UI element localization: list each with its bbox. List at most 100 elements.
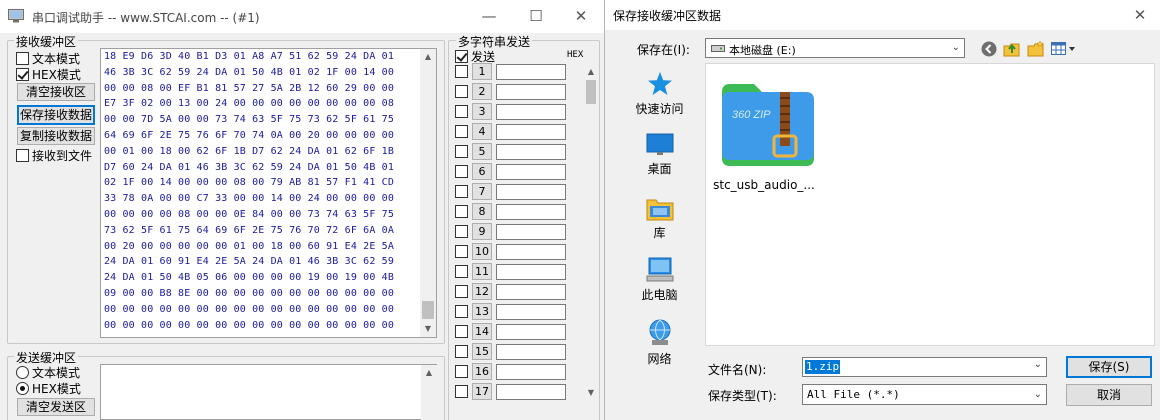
clear-send-button[interactable]: 清空发送区 — [17, 398, 95, 416]
multi-row-hex-checkbox[interactable] — [455, 125, 468, 138]
receive-scrollbar[interactable]: ▲ ▼ — [420, 49, 436, 337]
multi-row-string-input[interactable] — [496, 384, 566, 400]
multi-row-string-input[interactable] — [496, 244, 566, 260]
multi-row-hex-checkbox[interactable] — [455, 285, 468, 298]
place-library[interactable]: 库 — [621, 195, 698, 241]
left-titlebar[interactable]: 串口调试助手 -- www.STCAI.com -- (#1) — ☐ ✕ — [0, 0, 604, 33]
view-menu-icon[interactable] — [1051, 42, 1077, 56]
back-icon[interactable] — [981, 41, 997, 57]
multi-row-send-button[interactable]: 8 — [472, 203, 492, 220]
multi-row-hex-checkbox[interactable] — [455, 225, 468, 238]
filename-input[interactable]: 1.zip ⌄ — [802, 357, 1047, 377]
receive-hex-mode-option[interactable]: HEX模式 — [16, 66, 81, 82]
multi-row-send-button[interactable]: 9 — [472, 223, 492, 240]
multi-row-send-button[interactable]: 12 — [472, 283, 492, 300]
receive-to-file-option[interactable]: 接收到文件 — [16, 147, 92, 163]
save-in-combobox[interactable]: 本地磁盘 (E:) ⌄ — [705, 38, 965, 58]
multi-row-string-input[interactable] — [496, 304, 566, 320]
send-scroll-up-arrow-icon[interactable]: ▲ — [421, 365, 437, 381]
multi-row-send-button[interactable]: 16 — [472, 363, 492, 380]
dialog-close-button[interactable]: ✕ — [1117, 0, 1160, 30]
dialog-titlebar[interactable]: 保存接收缓冲区数据 ✕ — [605, 0, 1160, 30]
send-scrollbar[interactable]: ▲ — [421, 365, 437, 420]
multi-row-string-input[interactable] — [496, 64, 566, 80]
minimize-button[interactable]: — — [466, 0, 512, 33]
multi-row-hex-checkbox[interactable] — [455, 245, 468, 258]
place-this-pc[interactable]: 此电脑 — [621, 257, 698, 303]
multi-row-string-input[interactable] — [496, 104, 566, 120]
multi-row-send-button[interactable]: 3 — [472, 103, 492, 120]
multi-scrollbar-thumb[interactable] — [586, 80, 596, 104]
multi-row-send-button[interactable]: 2 — [472, 83, 492, 100]
multi-row-send-button[interactable]: 11 — [472, 263, 492, 280]
send-data-textarea[interactable] — [100, 364, 437, 420]
scroll-up-arrow-icon[interactable]: ▲ — [420, 49, 436, 65]
place-network[interactable]: 网络 — [621, 319, 698, 367]
multi-row-send-button[interactable]: 1 — [472, 63, 492, 80]
multi-row-send-button[interactable]: 17 — [472, 383, 492, 400]
multi-row-send-button[interactable]: 4 — [472, 123, 492, 140]
place-desktop[interactable]: 桌面 — [621, 133, 698, 177]
multi-row-string-input[interactable] — [496, 144, 566, 160]
file-list-view[interactable]: 360 ZIP stc_usb_audio_... — [705, 63, 1155, 346]
multi-row-string-input[interactable] — [496, 284, 566, 300]
receive-to-file-checkbox[interactable] — [16, 148, 29, 162]
multi-row-send-button[interactable]: 10 — [472, 243, 492, 260]
multi-row-string-input[interactable] — [496, 344, 566, 360]
receive-scrollbar-thumb[interactable] — [422, 301, 434, 319]
multi-row-send-button[interactable]: 13 — [472, 303, 492, 320]
multi-row-string-input[interactable] — [496, 324, 566, 340]
multi-row-hex-checkbox[interactable] — [455, 65, 468, 78]
multi-row-send-button[interactable]: 7 — [472, 183, 492, 200]
receive-text-mode-checkbox[interactable] — [16, 51, 29, 65]
multi-row-string-input[interactable] — [496, 364, 566, 380]
multi-row-hex-checkbox[interactable] — [455, 185, 468, 198]
multi-row-string-input[interactable] — [496, 184, 566, 200]
scroll-down-arrow-icon[interactable]: ▼ — [420, 321, 436, 337]
receive-hex-mode-checkbox[interactable] — [16, 67, 29, 81]
multi-row-hex-checkbox[interactable] — [455, 165, 468, 178]
multi-row-hex-checkbox[interactable] — [455, 385, 468, 398]
maximize-button[interactable]: ☐ — [513, 0, 559, 33]
multi-scroll-down-arrow-icon[interactable]: ▼ — [584, 385, 598, 401]
multi-row-send-button[interactable]: 6 — [472, 163, 492, 180]
multi-row-hex-checkbox[interactable] — [455, 345, 468, 358]
multi-row-hex-checkbox[interactable] — [455, 305, 468, 318]
place-quick-access[interactable]: 快速访问 — [621, 71, 698, 117]
dialog-save-button[interactable]: 保存(S) — [1066, 356, 1152, 378]
multi-row-hex-checkbox[interactable] — [455, 365, 468, 378]
multi-row-send-button[interactable]: 5 — [472, 143, 492, 160]
multi-row-string-input[interactable] — [496, 264, 566, 280]
multi-send-all-option[interactable]: 发送 — [455, 48, 495, 64]
send-hex-mode-option[interactable]: HEX模式 — [16, 380, 81, 396]
copy-receive-data-button[interactable]: 复制接收数据 — [17, 127, 95, 145]
filename-chevron-down-icon[interactable]: ⌄ — [1034, 359, 1042, 370]
multi-row-hex-checkbox[interactable] — [455, 265, 468, 278]
multi-row-string-input[interactable] — [496, 204, 566, 220]
multi-row-hex-checkbox[interactable] — [455, 145, 468, 158]
multi-row-hex-checkbox[interactable] — [455, 105, 468, 118]
multi-scrollbar[interactable]: ▲ ▼ — [584, 64, 598, 401]
clear-receive-button[interactable]: 清空接收区 — [17, 83, 95, 101]
filetype-combobox[interactable]: All File (*.*) ⌄ — [802, 384, 1047, 405]
receive-text-mode-option[interactable]: 文本模式 — [16, 50, 80, 66]
close-button[interactable]: ✕ — [558, 0, 604, 33]
multi-row-string-input[interactable] — [496, 164, 566, 180]
multi-row-string-input[interactable] — [496, 124, 566, 140]
multi-row-string-input[interactable] — [496, 84, 566, 100]
multi-row-send-button[interactable]: 15 — [472, 343, 492, 360]
new-folder-icon[interactable] — [1027, 40, 1045, 58]
multi-row-string-input[interactable] — [496, 224, 566, 240]
multi-send-all-checkbox[interactable] — [455, 49, 468, 63]
receive-data-textarea[interactable]: 18 E9 D6 3D 40 B1 D3 01 A8 A7 51 62 59 2… — [100, 48, 437, 338]
up-folder-icon[interactable] — [1003, 40, 1021, 58]
multi-row-hex-checkbox[interactable] — [455, 205, 468, 218]
dialog-cancel-button[interactable]: 取消 — [1066, 384, 1152, 406]
multi-row-hex-checkbox[interactable] — [455, 325, 468, 338]
send-hex-mode-radio[interactable] — [16, 381, 29, 395]
save-receive-data-button[interactable]: 保存接收数据 — [17, 105, 95, 125]
send-text-mode-radio[interactable] — [16, 365, 29, 379]
send-text-mode-option[interactable]: 文本模式 — [16, 364, 80, 380]
multi-row-send-button[interactable]: 14 — [472, 323, 492, 340]
file-item[interactable]: 360 ZIP stc_usb_audio_... — [712, 72, 816, 200]
